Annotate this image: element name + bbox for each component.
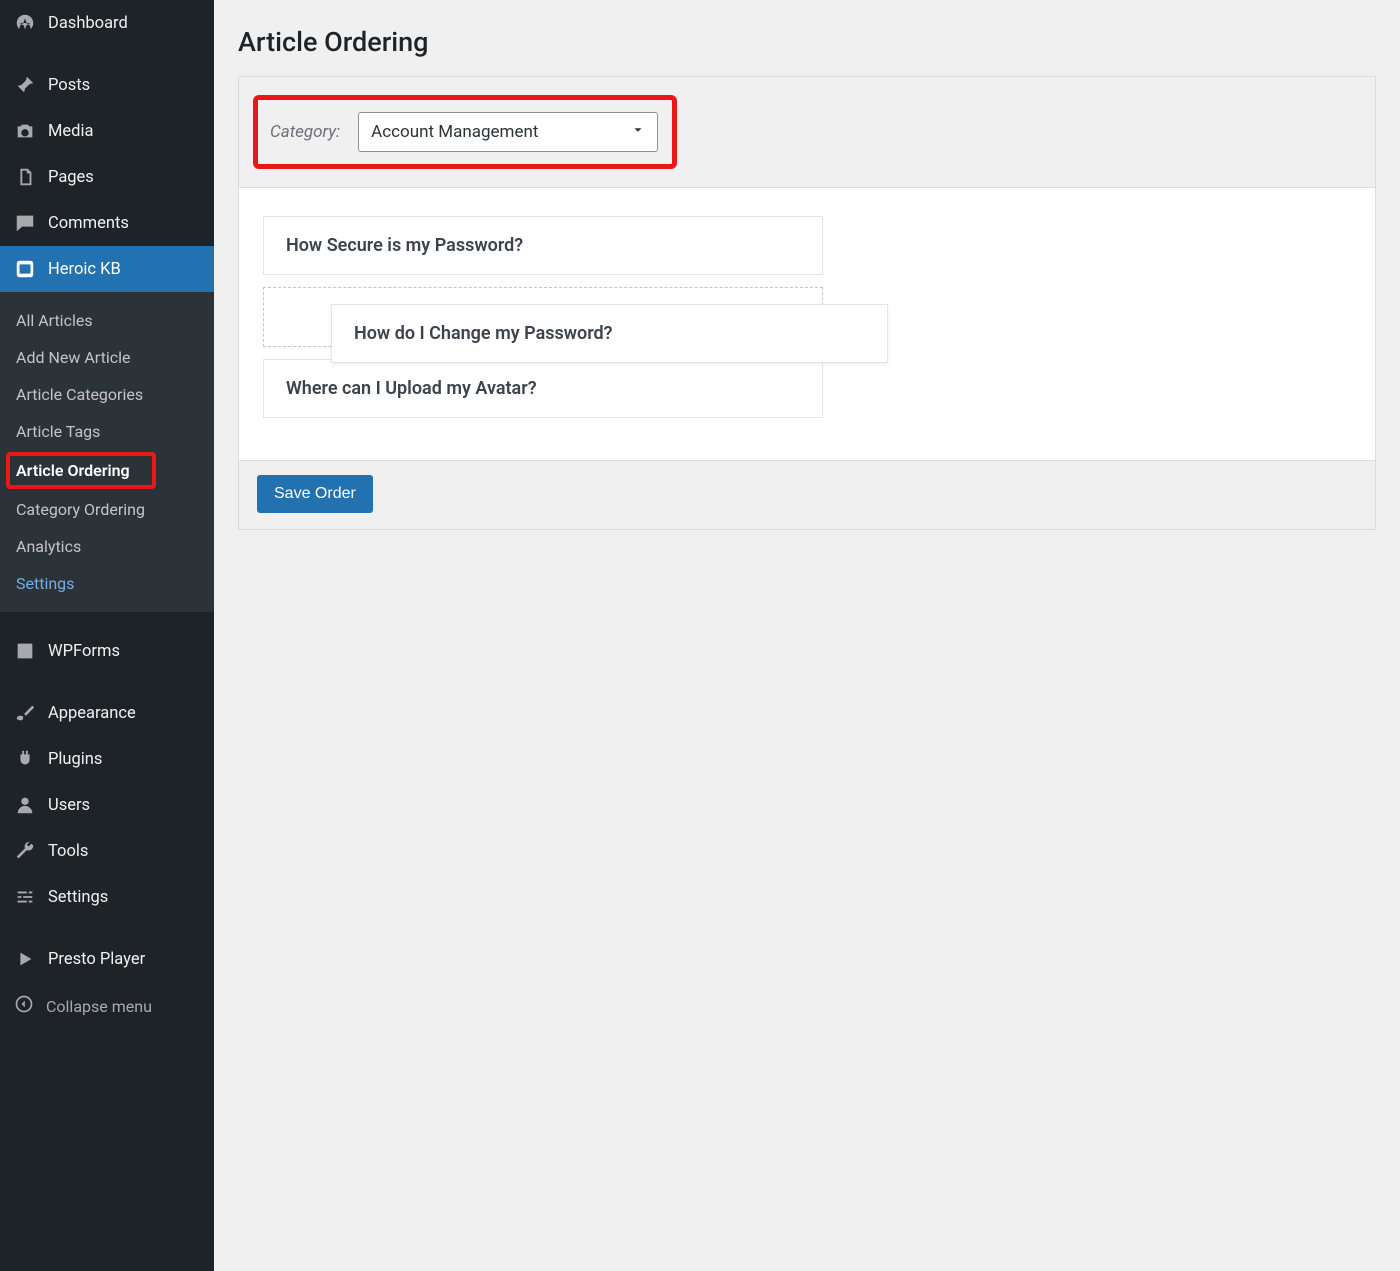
article-row-dragging[interactable]: How do I Change my Password? [331, 304, 888, 363]
sidebar-item-posts[interactable]: Posts [0, 62, 214, 108]
pages-icon [14, 166, 36, 188]
submenu-item-article-ordering[interactable]: Article Ordering [6, 452, 156, 489]
brush-icon [14, 702, 36, 724]
submenu-item-add-new-article[interactable]: Add New Article [0, 339, 214, 376]
save-order-button[interactable]: Save Order [257, 475, 373, 513]
submenu-item-analytics[interactable]: Analytics [0, 528, 214, 565]
category-select[interactable]: Account Management [358, 112, 658, 152]
panel-header: Category: Account Management [239, 77, 1375, 188]
ordering-panel: Category: Account Management How Secure … [238, 76, 1376, 530]
sidebar-item-comments[interactable]: Comments [0, 200, 214, 246]
play-icon [14, 948, 36, 970]
sidebar-item-label: Appearance [48, 704, 136, 723]
article-drop-placeholder[interactable]: How do I Change my Password? [263, 287, 823, 347]
sidebar-item-settings[interactable]: Settings [0, 874, 214, 920]
sidebar-item-wpforms[interactable]: WPForms [0, 628, 214, 674]
sidebar-item-tools[interactable]: Tools [0, 828, 214, 874]
collapse-menu-label: Collapse menu [46, 997, 152, 1016]
category-select-value: Account Management [371, 122, 538, 142]
category-label: Category: [270, 122, 340, 142]
submenu-item-article-tags[interactable]: Article Tags [0, 413, 214, 450]
wrench-icon [14, 840, 36, 862]
sidebar-item-label: Presto Player [48, 950, 145, 969]
user-icon [14, 794, 36, 816]
camera-icon [14, 120, 36, 142]
sidebar-item-label: Posts [48, 76, 90, 95]
sidebar-item-presto-player[interactable]: Presto Player [0, 936, 214, 982]
page-title: Article Ordering [238, 26, 1376, 58]
book-icon [14, 258, 36, 280]
submenu-item-category-ordering[interactable]: Category Ordering [0, 491, 214, 528]
admin-sidebar: Dashboard Posts Media Pages Comments Her… [0, 0, 214, 1271]
sidebar-item-label: Dashboard [48, 14, 128, 33]
comment-icon [14, 212, 36, 234]
sidebar-item-dashboard[interactable]: Dashboard [0, 0, 214, 46]
submenu-item-all-articles[interactable]: All Articles [0, 302, 214, 339]
sidebar-item-label: Settings [48, 888, 108, 907]
sidebar-item-label: Tools [48, 842, 88, 861]
sidebar-item-label: Pages [48, 168, 94, 187]
sidebar-item-users[interactable]: Users [0, 782, 214, 828]
submenu-item-article-categories[interactable]: Article Categories [0, 376, 214, 413]
sidebar-item-label: Users [48, 796, 90, 815]
sidebar-item-label: Heroic KB [48, 260, 121, 279]
plug-icon [14, 748, 36, 770]
sidebar-item-label: Comments [48, 214, 129, 233]
sidebar-item-label: Media [48, 122, 93, 141]
category-selector-highlight: Category: Account Management [253, 95, 677, 169]
sidebar-item-label: Plugins [48, 750, 102, 769]
submenu-item-settings[interactable]: Settings [0, 565, 214, 602]
article-row[interactable]: Where can I Upload my Avatar? [263, 359, 823, 418]
sidebar-item-plugins[interactable]: Plugins [0, 736, 214, 782]
form-icon [14, 640, 36, 662]
main-content: Article Ordering Category: Account Manag… [214, 0, 1400, 1271]
panel-footer: Save Order [239, 460, 1375, 529]
sidebar-item-pages[interactable]: Pages [0, 154, 214, 200]
sidebar-item-appearance[interactable]: Appearance [0, 690, 214, 736]
pin-icon [14, 74, 36, 96]
sidebar-item-media[interactable]: Media [0, 108, 214, 154]
sidebar-item-label: WPForms [48, 642, 120, 661]
heroic-kb-submenu: All Articles Add New Article Article Cat… [0, 292, 214, 612]
article-row[interactable]: How Secure is my Password? [263, 216, 823, 275]
gauge-icon [14, 12, 36, 34]
chevron-down-icon [631, 122, 645, 142]
article-list: How Secure is my Password? How do I Chan… [239, 188, 1375, 460]
sliders-icon [14, 886, 36, 908]
chevron-left-circle-icon [14, 994, 34, 1018]
sidebar-item-heroic-kb[interactable]: Heroic KB [0, 246, 214, 292]
collapse-menu-button[interactable]: Collapse menu [0, 982, 214, 1030]
